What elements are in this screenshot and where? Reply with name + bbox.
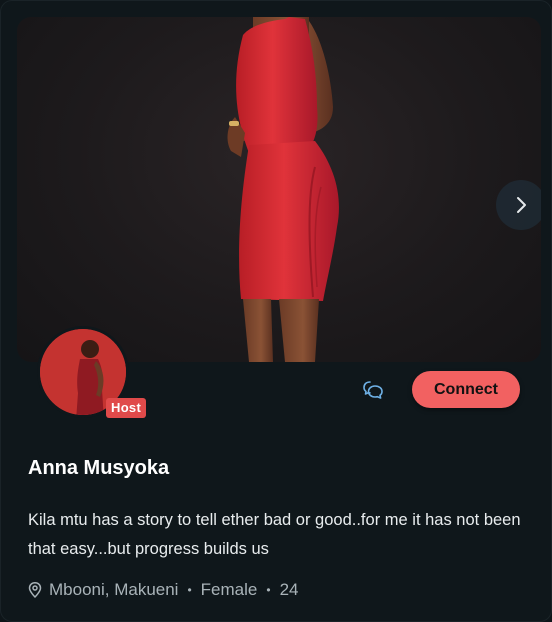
profile-name: Anna Musyoka bbox=[28, 457, 170, 479]
chat-bubbles-icon bbox=[363, 381, 383, 399]
profile-age: 24 bbox=[279, 580, 299, 599]
map-pin-icon bbox=[26, 581, 44, 599]
profile-card: Host Connect Anna Musyoka Kila mtu has a… bbox=[0, 0, 552, 622]
profile-gender: Female bbox=[200, 580, 258, 599]
separator-dot: • bbox=[187, 583, 192, 597]
person-in-red-dress-image bbox=[227, 17, 339, 362]
profile-bio: Kila mtu has a story to tell ether bad o… bbox=[28, 511, 521, 558]
chevron-right-icon bbox=[517, 197, 526, 213]
host-badge: Host bbox=[106, 398, 147, 418]
profile-location: Mbooni, Makueni bbox=[49, 580, 179, 599]
connect-button[interactable]: Connect bbox=[412, 371, 520, 408]
next-photo-button[interactable] bbox=[496, 180, 541, 230]
separator-dot: • bbox=[266, 583, 271, 597]
profile-photo[interactable] bbox=[17, 17, 541, 362]
chat-button[interactable] bbox=[359, 376, 387, 404]
profile-meta: Mbooni, Makueni • Female • 24 bbox=[26, 580, 298, 600]
